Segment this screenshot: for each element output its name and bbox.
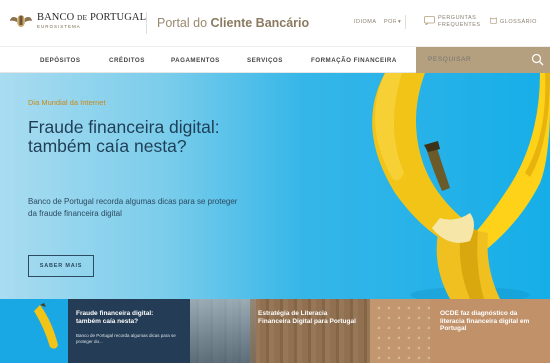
hero-description: Banco de Portugal recorda algumas dicas … xyxy=(28,197,238,218)
card-overlay xyxy=(250,299,370,363)
nav-item-formacao-financeira[interactable]: FORMAÇÃO FINANCEIRA xyxy=(311,57,397,64)
news-card[interactable]: Estratégia de Literacia Financeira Digit… xyxy=(190,299,370,363)
nav-item-pagamentos[interactable]: PAGAMENTOS xyxy=(171,57,220,64)
search-input[interactable] xyxy=(428,56,518,63)
card-title: Fraude financeira digital: também caía n… xyxy=(76,310,154,325)
book-icon xyxy=(490,17,497,24)
portal-title[interactable]: Portal do Cliente Bancário xyxy=(157,16,309,30)
search-icon[interactable] xyxy=(531,53,544,66)
saber-mais-button[interactable]: SABER MAIS xyxy=(28,255,94,277)
chat-bubble-icon xyxy=(424,16,435,25)
news-cards: Fraude financeira digital: também caía n… xyxy=(0,299,550,363)
card-description: Banco de Portugal recorda algumas dicas … xyxy=(76,333,176,344)
glossary-link[interactable]: GLOSSÁRIO xyxy=(500,19,537,25)
card-image xyxy=(370,299,430,363)
card-title: OCDE faz diagnóstico da literacia financ… xyxy=(440,310,530,332)
banana-thumbnail xyxy=(34,303,58,349)
nav-item-creditos[interactable]: CRÉDITOS xyxy=(109,57,145,64)
header: BANCO DE PORTUGAL EUROSISTEMA Portal do … xyxy=(0,0,550,46)
crest-icon xyxy=(10,15,32,27)
card-image xyxy=(0,299,68,363)
hero-banner: Dia Mundial da Internet Fraude financeir… xyxy=(0,73,550,299)
card-title: Estratégia de Literacia Financeira Digit… xyxy=(258,310,356,325)
hero-pretitle: Dia Mundial da Internet xyxy=(28,98,106,107)
logo-subtitle: EUROSISTEMA xyxy=(37,24,81,29)
search-bar xyxy=(416,47,550,73)
header-divider xyxy=(146,12,147,34)
news-card[interactable]: Fraude financeira digital: também caía n… xyxy=(0,299,190,363)
news-card[interactable]: OCDE faz diagnóstico da literacia financ… xyxy=(370,299,550,363)
faq-link[interactable]: PERGUNTAS FREQUENTES xyxy=(438,15,481,28)
card-image xyxy=(190,299,256,363)
hero-title: Fraude financeira digital: também caía n… xyxy=(28,117,220,156)
chevron-down-icon: ▾ xyxy=(398,19,402,25)
nav-item-depositos[interactable]: DEPÓSITOS xyxy=(40,57,81,64)
bank-logo[interactable]: BANCO DE PORTUGAL EUROSISTEMA xyxy=(10,12,146,30)
language-label: IDIOMA xyxy=(354,19,377,25)
nav-item-servicos[interactable]: SERVIÇOS xyxy=(247,57,283,64)
header-divider xyxy=(405,15,406,29)
main-nav: DEPÓSITOS CRÉDITOS PAGAMENTOS SERVIÇOS F… xyxy=(0,46,550,73)
logo-name: BANCO DE PORTUGAL xyxy=(37,11,147,23)
language-selector[interactable]: PORTUGUÊS ▾ xyxy=(384,19,401,25)
